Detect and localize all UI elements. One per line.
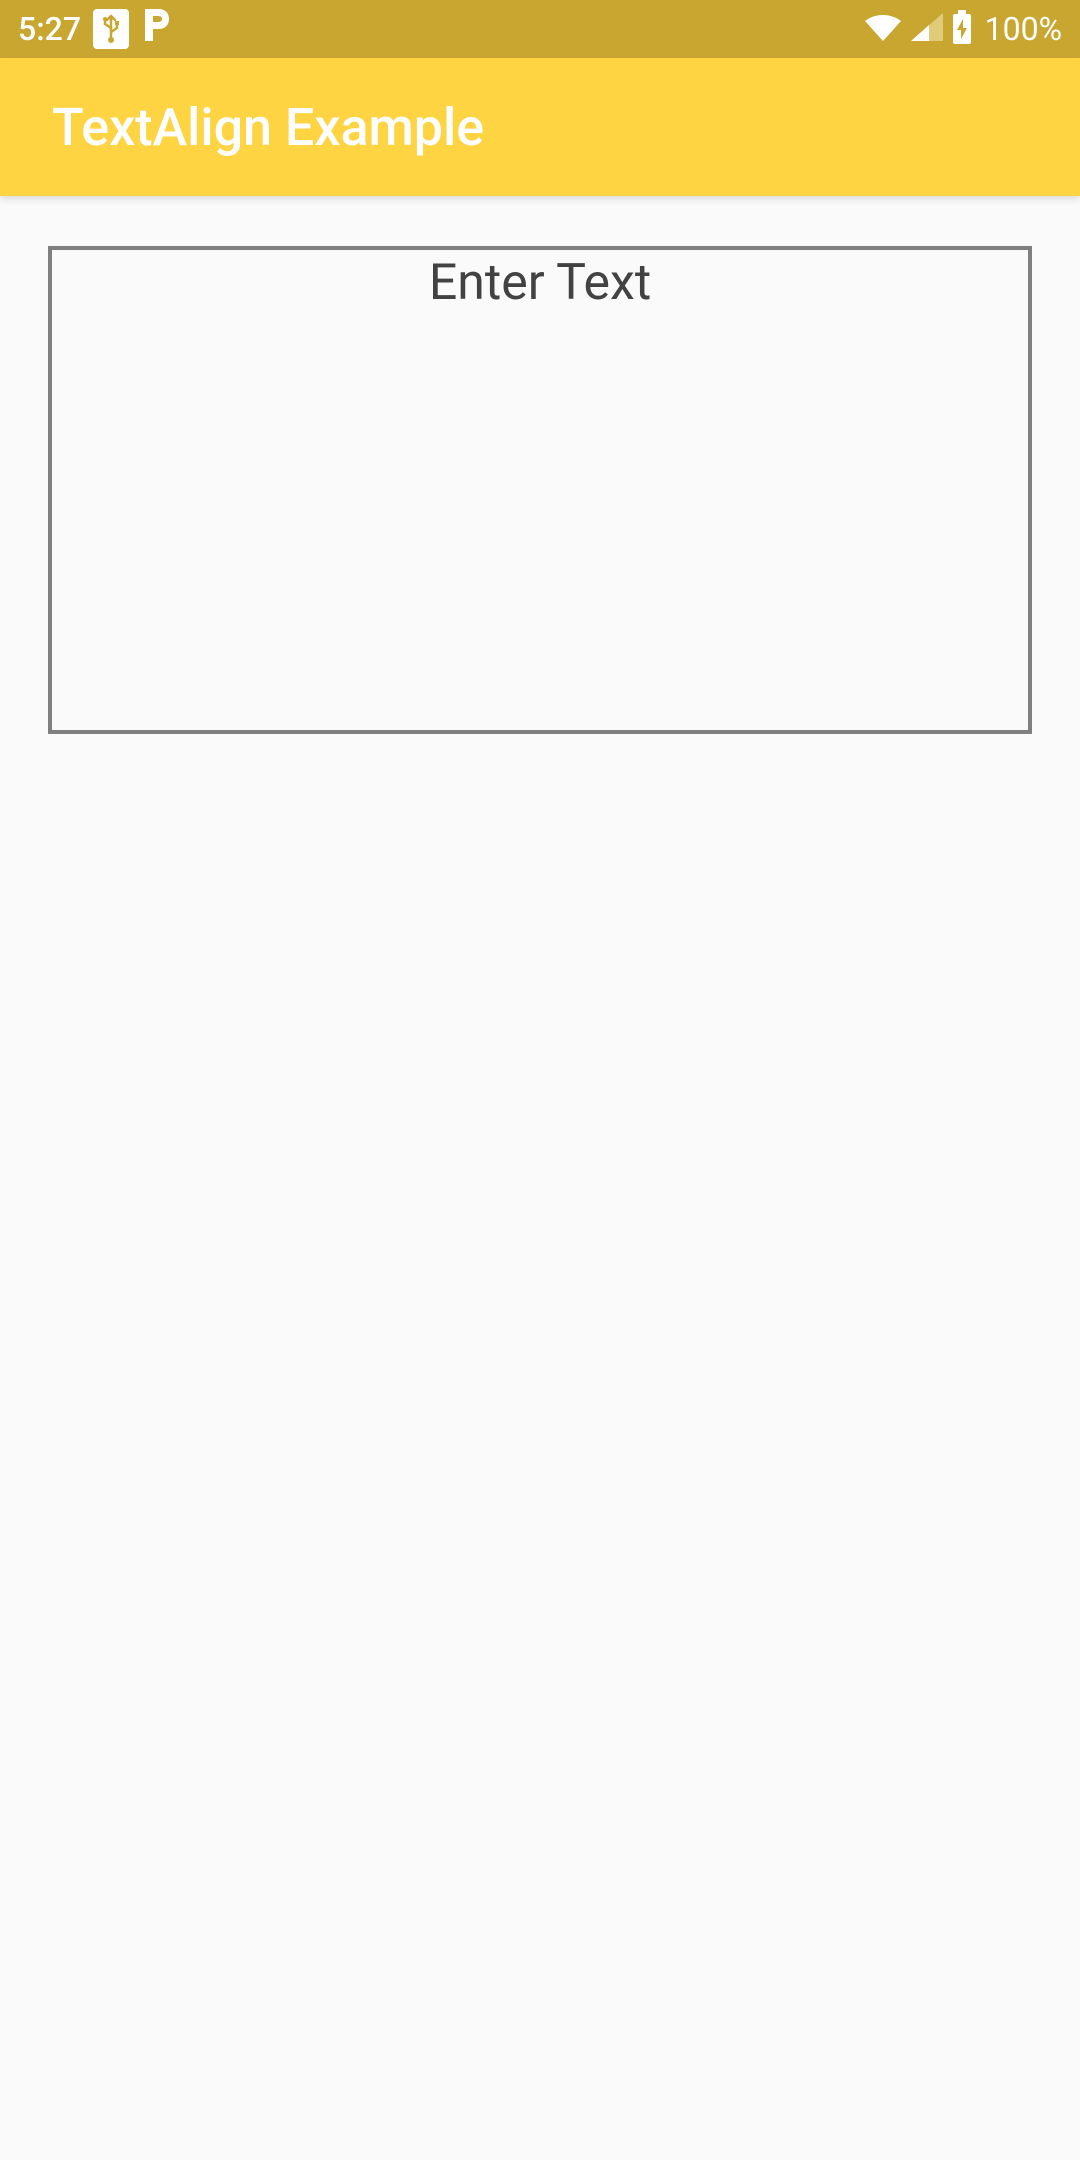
battery-percent: 100% [985,10,1062,48]
status-time: 5:27 [18,10,81,48]
battery-charging-icon [951,9,973,49]
text-input[interactable] [48,246,1032,734]
usb-icon [93,9,129,49]
status-bar: 5:27 [0,0,1080,58]
signal-icon [909,11,945,47]
status-right: 100% [863,9,1062,49]
status-left: 5:27 [18,7,171,52]
app-bar: TextAlign Example [0,58,1080,196]
content-area [0,196,1080,788]
app-title: TextAlign Example [52,97,484,158]
p-icon [141,7,171,52]
wifi-icon [863,11,903,47]
